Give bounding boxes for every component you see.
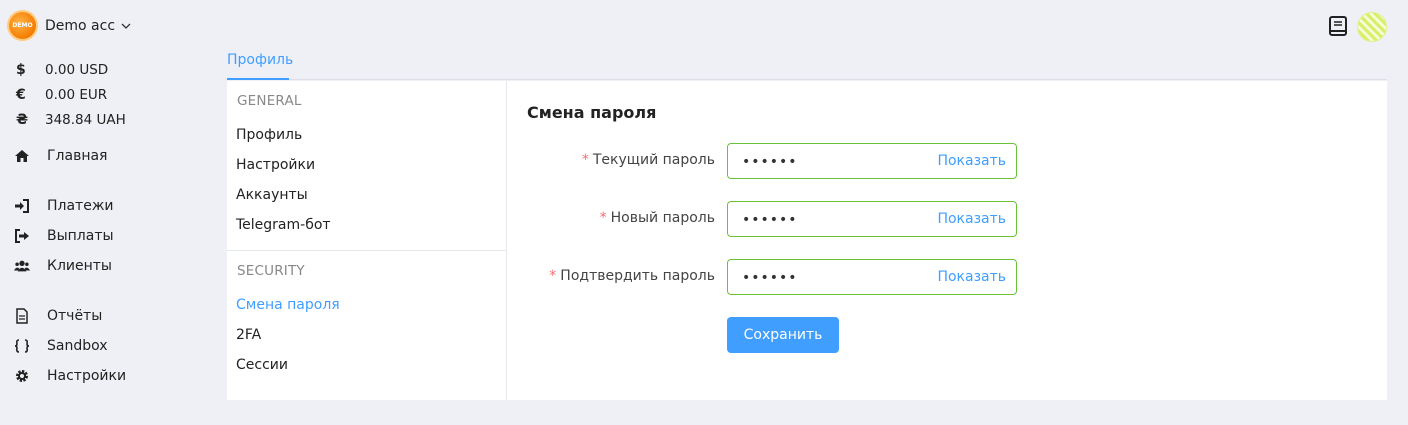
show-password-button[interactable]: Показать bbox=[937, 153, 1006, 169]
new-password-field: Показать bbox=[727, 201, 1017, 237]
submenu-item-change-password[interactable]: Смена пароля bbox=[236, 297, 340, 313]
nav-item-settings[interactable]: Настройки bbox=[14, 365, 126, 387]
euro-icon: € bbox=[16, 86, 26, 103]
section-title-security: SECURITY bbox=[237, 263, 305, 279]
nav-item-reports[interactable]: Отчёты bbox=[14, 305, 102, 327]
account-logo-text: DEMO bbox=[12, 22, 33, 29]
home-icon bbox=[14, 148, 47, 164]
change-password-form: Смена пароля *Текущий пароль Показать *Н… bbox=[527, 81, 1387, 400]
submenu-item-sessions[interactable]: Сессии bbox=[236, 357, 288, 373]
show-password-button[interactable]: Показать bbox=[937, 211, 1006, 227]
form-row-new-password: *Новый пароль Показать bbox=[527, 201, 1227, 237]
balance-usd: $ 0.00 USD bbox=[14, 57, 126, 82]
submenu-item-accounts[interactable]: Аккаунты bbox=[236, 187, 308, 203]
hryvnia-icon: ₴ bbox=[16, 111, 29, 128]
confirm-password-field: Показать bbox=[727, 259, 1017, 295]
save-button[interactable]: Сохранить bbox=[727, 317, 839, 353]
field-label: * Подтвердить пароль bbox=[549, 268, 715, 284]
nav-item-label: Настройки bbox=[47, 368, 127, 384]
chevron-down-icon bbox=[121, 23, 131, 29]
nav-item-label: Платежи bbox=[47, 198, 114, 214]
required-mark: * bbox=[549, 268, 557, 284]
field-label-text: Текущий пароль bbox=[592, 152, 715, 168]
nav-item-label: Sandbox bbox=[47, 338, 108, 354]
nav-item-label: Выплаты bbox=[47, 228, 114, 244]
nav-item-sandbox[interactable]: Sandbox bbox=[14, 335, 108, 357]
submenu-divider bbox=[227, 250, 507, 251]
account-switcher[interactable]: DEMO Demo acc bbox=[9, 12, 131, 39]
gear-icon bbox=[14, 368, 47, 384]
nav-item-home[interactable]: Главная bbox=[14, 145, 107, 167]
submenu-item-2fa[interactable]: 2FA bbox=[236, 327, 261, 343]
account-logo: DEMO bbox=[9, 12, 36, 39]
nav-item-payouts[interactable]: Выплаты bbox=[14, 225, 114, 247]
nav-item-payments[interactable]: Платежи bbox=[14, 195, 114, 217]
form-row-confirm-password: *Подтвердить пароль Показать bbox=[527, 259, 1227, 295]
submenu-item-telegram-bot[interactable]: Telegram-бот bbox=[236, 217, 331, 233]
current-password-input[interactable] bbox=[742, 152, 932, 172]
confirm-password-input[interactable] bbox=[742, 268, 932, 288]
balance-amount: 348.84 UAH bbox=[45, 111, 126, 128]
account-name: Demo acc bbox=[45, 17, 116, 34]
nav-item-label: Главная bbox=[47, 148, 108, 164]
users-icon bbox=[14, 258, 47, 274]
submenu-item-profile[interactable]: Профиль bbox=[236, 127, 302, 143]
balance-uah: ₴ 348.84 UAH bbox=[14, 107, 126, 132]
balance-amount: 0.00 EUR bbox=[45, 86, 108, 103]
tab-bar: Профиль bbox=[227, 48, 1387, 80]
form-row-current-password: *Текущий пароль Показать bbox=[527, 143, 1227, 179]
balance-eur: € 0.00 EUR bbox=[14, 82, 126, 107]
show-password-button[interactable]: Показать bbox=[937, 269, 1006, 285]
dollar-icon: $ bbox=[16, 61, 26, 78]
submenu-item-settings[interactable]: Настройки bbox=[236, 157, 315, 173]
settings-submenu: GENERAL Профиль Настройки Аккаунты Teleg… bbox=[227, 81, 507, 400]
tab-profile[interactable]: Профиль bbox=[227, 48, 293, 80]
balances: $ 0.00 USD € 0.00 EUR ₴ 348.84 UAH bbox=[14, 57, 126, 132]
user-avatar[interactable] bbox=[1357, 12, 1387, 42]
field-label-text: Новый пароль bbox=[610, 210, 715, 226]
nav-item-label: Отчёты bbox=[47, 308, 103, 324]
required-mark: * bbox=[581, 152, 589, 168]
required-mark: * bbox=[599, 210, 607, 226]
braces-icon bbox=[14, 338, 47, 354]
balance-amount: 0.00 USD bbox=[45, 61, 109, 78]
sign-in-icon bbox=[14, 198, 47, 214]
form-title: Смена пароля bbox=[527, 103, 657, 122]
new-password-input[interactable] bbox=[742, 210, 932, 230]
book-icon[interactable] bbox=[1327, 15, 1349, 37]
section-title-general: GENERAL bbox=[237, 93, 302, 109]
current-password-field: Показать bbox=[727, 143, 1017, 179]
field-label-text: Подтвердить пароль bbox=[560, 268, 715, 284]
nav-item-clients[interactable]: Клиенты bbox=[14, 255, 112, 277]
sidebar: DEMO Demo acc $ 0.00 USD € 0.00 EUR ₴ 34… bbox=[0, 0, 215, 425]
field-label: * Текущий пароль bbox=[582, 152, 715, 168]
nav-item-label: Клиенты bbox=[47, 258, 112, 274]
settings-panel: GENERAL Профиль Настройки Аккаунты Teleg… bbox=[227, 81, 1387, 400]
sign-out-icon bbox=[14, 228, 47, 244]
file-icon bbox=[14, 308, 47, 324]
field-label: * Новый пароль bbox=[600, 210, 715, 226]
